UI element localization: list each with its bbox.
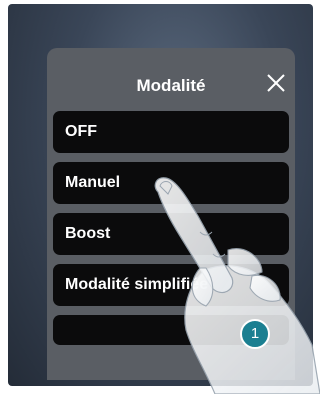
close-icon [267,74,285,92]
options-list: OFF Manuel Boost Modalité simplifiée [53,111,289,354]
option-manuel[interactable]: Manuel [53,162,289,204]
step-number-badge: 1 [240,319,270,349]
dialog-header: Modalité [47,48,295,106]
option-boost[interactable]: Boost [53,213,289,255]
option-modalite-simplifiee[interactable]: Modalité simplifiée [53,264,289,306]
dialog-title: Modalité [136,76,206,95]
option-off[interactable]: OFF [53,111,289,153]
stage: Modalité OFF Manuel Boost Modalité simpl… [0,0,320,394]
close-button[interactable] [263,70,289,96]
